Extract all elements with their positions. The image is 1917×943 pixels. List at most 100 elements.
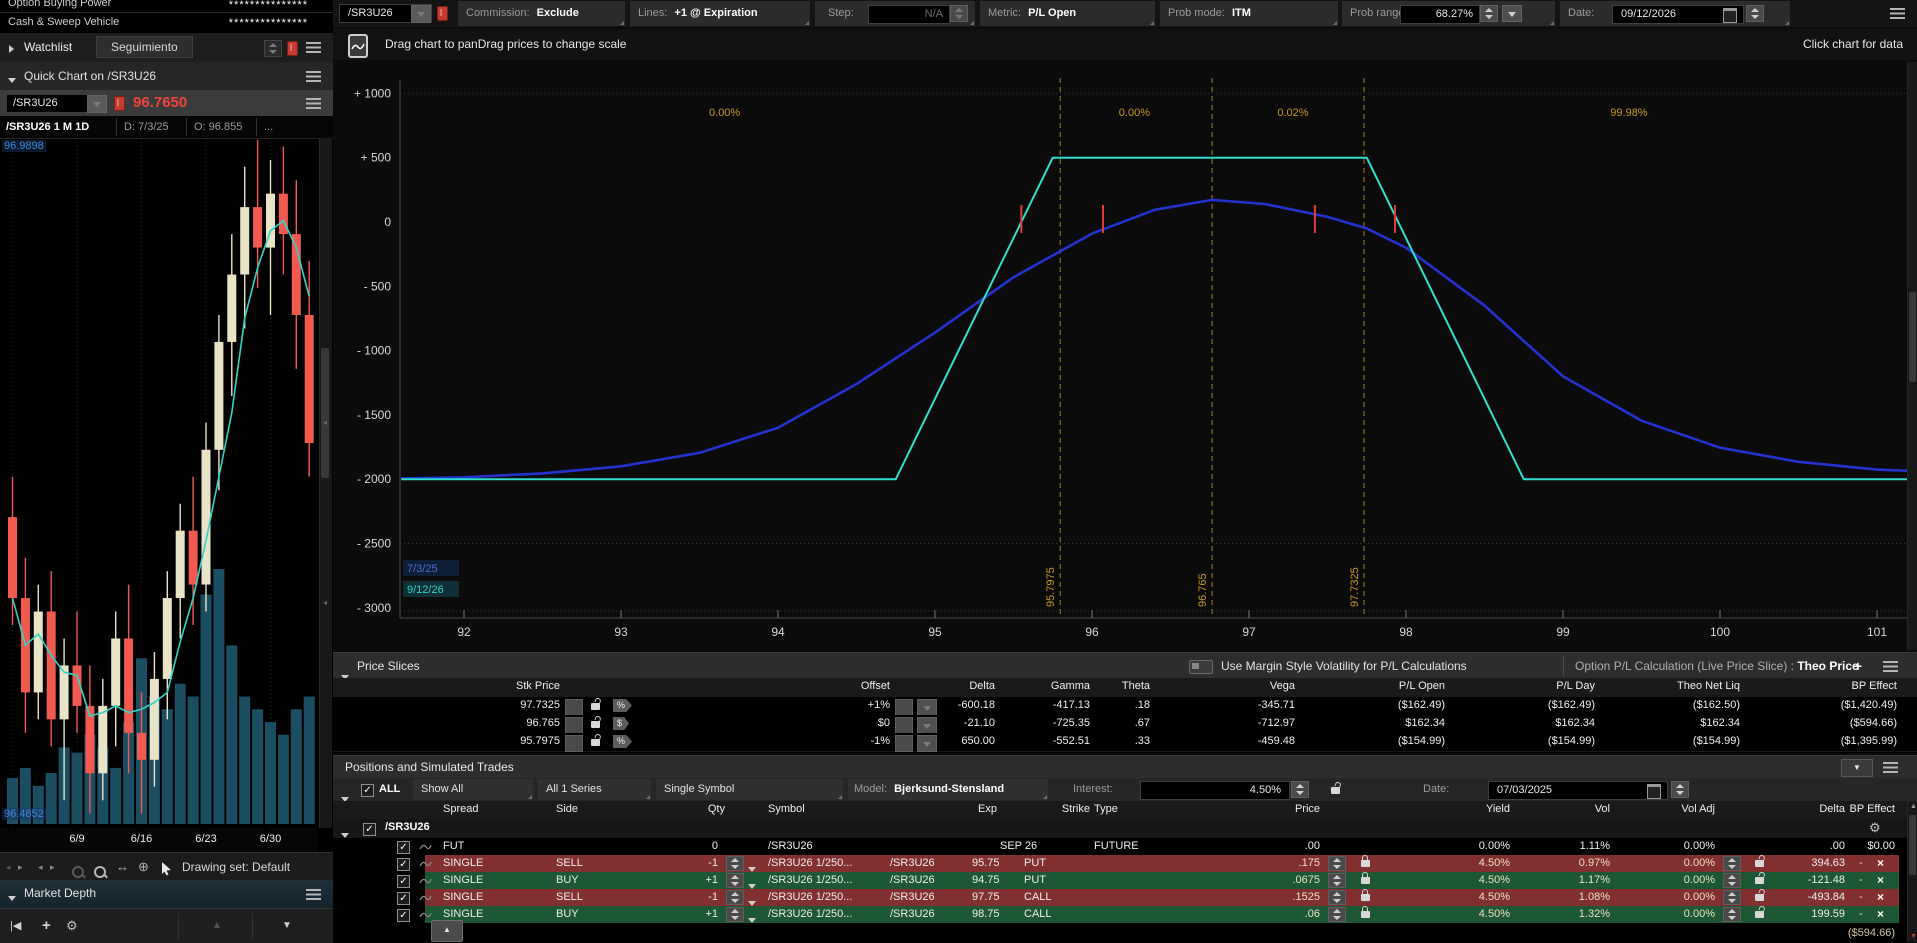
gear-icon[interactable]: ⚙ [1869, 819, 1881, 836]
chart-type-icon[interactable] [348, 34, 368, 58]
scroll-to-top-button[interactable]: ▲ [431, 920, 463, 942]
price-lock-icon[interactable] [1361, 894, 1370, 901]
metric-segment[interactable]: Metric: P/L Open [980, 1, 1155, 26]
watchlist-menu-icon[interactable] [306, 42, 321, 53]
vol-adj-spinner[interactable] [1723, 873, 1741, 888]
prob-range-input[interactable]: 68.27% [1400, 5, 1480, 24]
crosshair-icon[interactable]: ⊕ [138, 853, 149, 881]
option-row-sell-97.75[interactable]: SINGLESELL-1/SR3U26 1/250.../SR3U2697.75… [333, 889, 1917, 907]
positions-date-input[interactable]: 07/03/2025 [1488, 781, 1668, 800]
option-row-buy-94.75[interactable]: SINGLEBUY+1/SR3U26 1/250.../SR3U2694.75P… [333, 872, 1917, 890]
interest-input[interactable]: 4.50% [1140, 781, 1290, 800]
margin-volatility-toggle[interactable] [1189, 660, 1213, 674]
collapse-left-icon[interactable]: ◂ [323, 418, 327, 427]
watchlist-sort-spinner[interactable] [264, 40, 282, 57]
add-icon[interactable]: + [42, 909, 51, 943]
slice-price-spinner[interactable] [565, 699, 583, 716]
alert-badge-icon[interactable] [287, 41, 298, 56]
interest-lock-icon[interactable] [1331, 787, 1340, 794]
analyze-symbol-dropdown[interactable] [411, 5, 431, 23]
step-input[interactable]: N/A [868, 5, 950, 24]
price-slice-row[interactable]: 96.765$$0-21.10-725.35.67-712.97$162.34$… [333, 715, 1917, 734]
scroll-down-icon[interactable]: ▼ [1910, 933, 1917, 940]
step-spinner[interactable] [950, 5, 968, 22]
row-checkbox[interactable] [397, 909, 410, 922]
price-slices-menu-icon[interactable] [1883, 661, 1898, 672]
vol-adj-spinner[interactable] [1723, 856, 1741, 871]
chevron-down-icon[interactable] [8, 74, 16, 86]
minimize-leg-button[interactable]: - [1859, 889, 1863, 906]
group-checkbox[interactable] [363, 823, 376, 836]
slice-lock-icon[interactable] [591, 721, 600, 728]
all-checkbox[interactable] [361, 784, 374, 797]
commission-segment[interactable]: Commission: Exclude [458, 1, 625, 26]
price-spinner[interactable] [1328, 856, 1346, 871]
tab-seguimiento[interactable]: Seguimiento [96, 36, 193, 58]
position-group-row[interactable]: /SR3U26⚙ [333, 819, 1917, 838]
prob-mode-segment[interactable]: Prob mode: ITM [1160, 1, 1338, 26]
risk-chart-scrollbar[interactable] [1907, 62, 1917, 650]
alert-badge-icon[interactable] [114, 96, 125, 111]
calendar-icon[interactable] [1647, 784, 1661, 799]
future-row[interactable]: FUT0/SR3U26SEP 26FUTURE.000.00%1.11%0.00… [333, 838, 1917, 856]
pan-left-icon[interactable]: ◂ [6, 853, 11, 881]
slice-lock-icon[interactable] [591, 739, 600, 746]
symbol-row-menu-icon[interactable] [306, 98, 321, 109]
series-selector[interactable]: All 1 Series [538, 779, 651, 800]
symbol-scope-selector[interactable]: Single Symbol [656, 779, 843, 800]
scroll-up-icon[interactable]: ▲ [212, 909, 222, 943]
minimize-leg-button[interactable]: - [1859, 872, 1863, 889]
price-spinner[interactable] [1328, 890, 1346, 905]
symbol-dropdown-button[interactable] [87, 95, 107, 113]
row-checkbox[interactable] [397, 841, 410, 854]
symbol-input[interactable]: /SR3U26 [6, 94, 108, 113]
chevron-right-icon[interactable] [9, 43, 14, 55]
model-selector[interactable]: Model: Bjerksund-Stensland [848, 779, 1048, 800]
price-slice-row[interactable]: 97.7325%+1%-600.18-417.13.18-345.71($162… [333, 697, 1917, 716]
alert-badge-icon[interactable] [437, 6, 448, 21]
slice-price-spinner[interactable] [565, 735, 583, 752]
positions-scrollbar[interactable]: ▲ ▼ [1907, 801, 1917, 942]
positions-menu-icon[interactable] [1883, 762, 1898, 773]
positions-date-spinner[interactable] [1671, 781, 1689, 798]
step-segment[interactable]: Step: N/A [815, 1, 975, 26]
row-checkbox[interactable] [397, 875, 410, 888]
price-lock-icon[interactable] [1361, 860, 1370, 867]
remove-leg-button[interactable]: × [1877, 889, 1884, 906]
qty-spinner[interactable] [726, 907, 744, 922]
step-left-icon[interactable]: ◂ [38, 853, 43, 881]
slice-price-spinner[interactable] [565, 717, 583, 734]
add-slice-button[interactable]: + [1845, 653, 1871, 679]
slice-offset-mode-tag[interactable]: $ [613, 717, 629, 730]
row-checkbox[interactable] [397, 858, 410, 871]
collapse-all-button[interactable]: ▼ [1841, 759, 1873, 777]
slice-lock-icon[interactable] [591, 703, 600, 710]
minimize-leg-button[interactable]: - [1859, 855, 1863, 872]
chevron-down-icon[interactable] [8, 892, 16, 904]
mini-candlestick-chart[interactable] [0, 138, 318, 828]
quick-chart-menu-icon[interactable] [306, 71, 321, 82]
pan-right-icon[interactable]: ▸ [18, 853, 23, 881]
price-lock-icon[interactable] [1361, 911, 1370, 918]
date-spinner[interactable] [1746, 5, 1764, 22]
qty-spinner[interactable] [726, 890, 744, 905]
minimize-leg-button[interactable]: - [1859, 906, 1863, 923]
remove-leg-button[interactable]: × [1877, 906, 1884, 923]
lines-segment[interactable]: Lines: +1 @ Expiration [630, 1, 810, 26]
price-spinner[interactable] [1328, 873, 1346, 888]
market-depth-menu-icon[interactable] [306, 889, 321, 900]
row-checkbox[interactable] [397, 892, 410, 905]
vol-adj-spinner[interactable] [1723, 907, 1741, 922]
step-right-icon[interactable]: ▸ [50, 853, 55, 881]
date-input[interactable]: 09/12/2026 [1612, 5, 1744, 24]
show-all-selector[interactable]: Show All [413, 779, 533, 800]
date-segment[interactable]: Date: 09/12/2026 [1560, 1, 1790, 26]
scroll-up-icon[interactable]: ▲ [1910, 803, 1917, 810]
expand-horizontal-icon[interactable]: ↔ [116, 853, 129, 881]
prob-range-spinner[interactable] [1480, 5, 1498, 22]
qty-spinner[interactable] [726, 856, 744, 871]
gear-icon[interactable]: ⚙ [66, 909, 78, 943]
interest-spinner[interactable] [1291, 781, 1309, 798]
remove-leg-button[interactable]: × [1877, 855, 1884, 872]
qty-spinner[interactable] [726, 873, 744, 888]
